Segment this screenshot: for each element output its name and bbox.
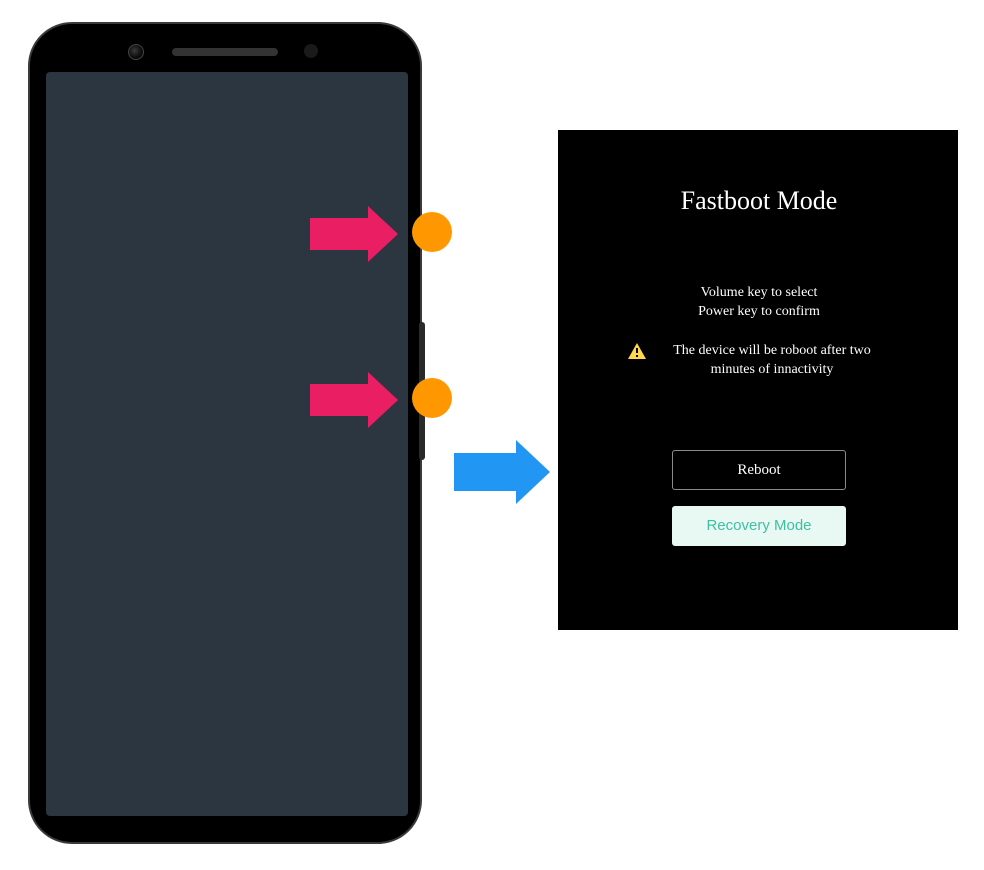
reboot-button[interactable]: Reboot [672,450,846,490]
power-arrow-icon [310,372,398,428]
power-dot-icon [412,378,452,418]
instructions-line-1: Volume key to select [598,284,920,303]
recovery-mode-button[interactable]: Recovery Mode [672,506,846,546]
phone-mockup [28,22,422,844]
sensor-icon [304,44,318,58]
instructions-line-2: Power key to confirm [598,303,920,322]
fastboot-panel: Fastboot Mode Volume key to select Power… [574,146,944,622]
fastboot-title: Fastboot Mode [598,186,920,216]
fastboot-instructions: Volume key to select Power key to confir… [598,284,920,322]
speaker-grill-icon [172,48,278,56]
warning-text: The device will be roboot after two minu… [654,342,890,380]
front-camera-icon [128,44,144,60]
fastboot-warning: The device will be roboot after two minu… [598,342,920,380]
warning-triangle-icon [628,343,646,359]
phone-top-bar [30,42,420,62]
volume-up-dot-icon [412,212,452,252]
phone-screen [46,72,408,816]
volume-up-arrow-icon [310,206,398,262]
result-arrow-icon [454,440,550,504]
